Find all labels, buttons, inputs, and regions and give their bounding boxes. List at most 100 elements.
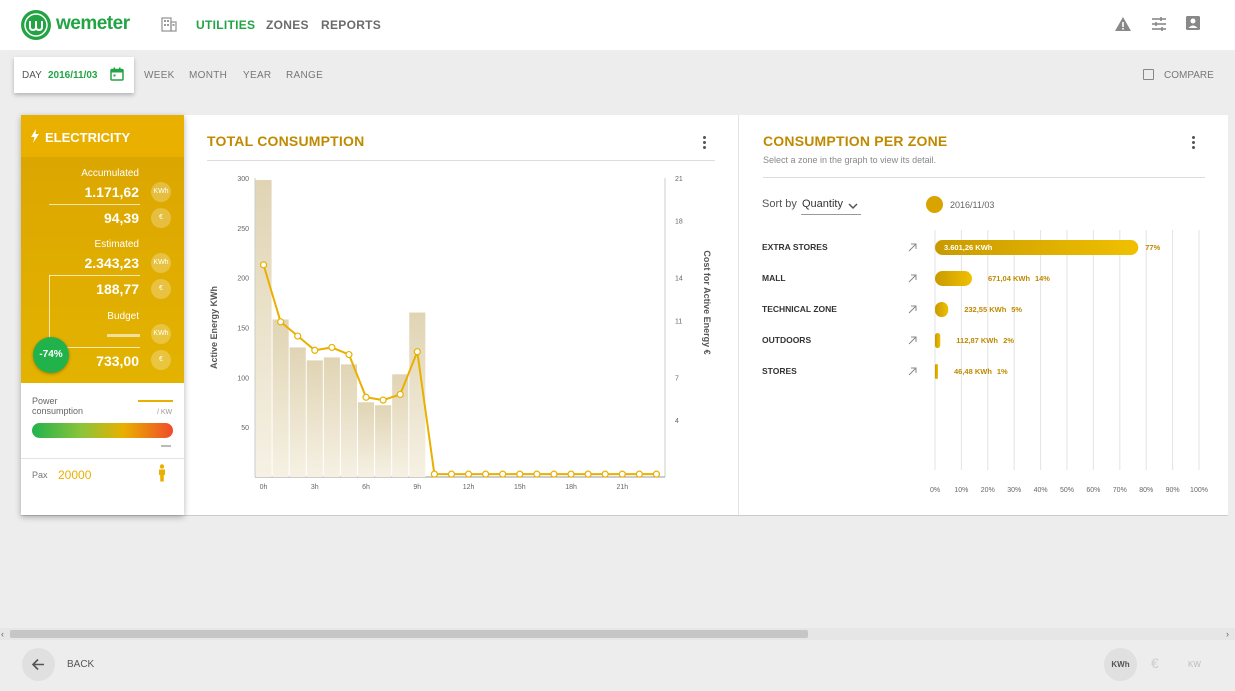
unit-kw-toggle[interactable]: KW (1188, 660, 1201, 669)
arrow-up-right-icon[interactable] (908, 305, 917, 314)
y-tick-label: 300 (237, 176, 249, 183)
bolt-icon (30, 129, 40, 148)
wemeter-logo-icon[interactable] (21, 10, 51, 40)
zone-value-label: 671,04 KWh (988, 274, 1031, 283)
period-month[interactable]: MONTH (189, 70, 227, 81)
arrow-up-right-icon[interactable] (908, 274, 917, 283)
y2-axis-label: Cost for Active Energy € (702, 250, 712, 354)
calendar-icon[interactable] (110, 67, 124, 86)
total-consumption-menu-icon[interactable] (703, 136, 707, 151)
unit-eur-toggle[interactable]: € (1151, 655, 1159, 671)
electricity-summary: Accumulated 1.171,62 KWh 94,39 € Estimat… (21, 157, 184, 383)
date-mode-label: DAY (22, 70, 42, 81)
savings-badge: -74% (33, 337, 69, 373)
warning-icon[interactable] (1114, 15, 1132, 38)
zone-bar[interactable] (935, 302, 949, 317)
divider (207, 160, 715, 161)
electricity-card: ELECTRICITY Accumulated 1.171,62 KWh 94,… (21, 115, 184, 515)
y-tick-label: 200 (237, 276, 249, 283)
energy-bar (272, 319, 289, 477)
electricity-header[interactable]: ELECTRICITY (21, 115, 184, 157)
y2-tick-label: 21 (675, 176, 683, 183)
compare-checkbox[interactable] (1143, 69, 1154, 80)
budget-eur-value: 733,00 (96, 353, 139, 369)
zone-bar[interactable] (935, 271, 972, 286)
cost-point (259, 261, 268, 269)
y-tick-label: 50 (241, 425, 249, 432)
consumption-per-zone-chart[interactable]: 0% 10% 20% 30% 40% 50% 60% 70% 80% 90% 100% EXTRA S… (755, 225, 1225, 500)
zone-bar[interactable] (935, 364, 938, 379)
energy-bar (255, 179, 272, 477)
y-tick-label: 150 (237, 326, 249, 333)
zone-percent-label: 1% (997, 367, 1008, 376)
zone-percent-label: 14% (1035, 274, 1050, 283)
power-label-line2: consumption (32, 406, 84, 416)
x-tick-label: 50% (1060, 487, 1074, 494)
x-tick-label: 0% (930, 487, 940, 494)
budget-label: Budget (107, 311, 139, 322)
compare-label[interactable]: COMPARE (1164, 70, 1214, 81)
estimated-eur-value: 188,77 (96, 281, 139, 297)
arrow-up-right-icon[interactable] (908, 367, 917, 376)
x-tick-label: 3h (311, 484, 319, 491)
x-tick-label: 6h (362, 484, 370, 491)
sort-select[interactable]: Quantity (802, 198, 843, 210)
eur-unit-badge: € (151, 279, 171, 299)
cost-point (533, 470, 541, 478)
arrow-up-right-icon[interactable] (908, 243, 917, 252)
energy-bar (340, 364, 357, 477)
cost-point (482, 470, 490, 478)
power-gradient-bar (32, 423, 173, 438)
back-button[interactable] (22, 648, 55, 681)
power-unit: / KW (157, 409, 173, 416)
zone-label: MALL (762, 273, 786, 283)
building-icon[interactable] (161, 16, 177, 37)
scroll-right-icon[interactable]: › (1226, 629, 1229, 639)
y2-tick-label: 11 (675, 318, 682, 325)
x-tick-label: 100% (1190, 487, 1208, 494)
zone-percent-label: 5% (1011, 305, 1022, 314)
eur-unit-badge: € (151, 208, 171, 228)
sliders-icon[interactable] (1150, 15, 1168, 38)
kwh-unit-badge: KWh (151, 182, 171, 202)
arrow-left-icon (31, 658, 44, 671)
scrollbar-thumb[interactable] (10, 630, 808, 638)
period-week[interactable]: WEEK (144, 70, 175, 81)
total-consumption-chart[interactable]: 50 100 150 200 250 300 4 7 11 14 18 21 0h 3h 6h 9h 12h 15… (195, 165, 725, 505)
zone-label: OUTDOORS (762, 335, 811, 345)
nav-reports[interactable]: REPORTS (321, 18, 381, 32)
back-label[interactable]: BACK (67, 659, 94, 670)
account-icon[interactable] (1185, 15, 1201, 36)
divider (738, 115, 739, 515)
energy-bar (323, 357, 340, 477)
period-year[interactable]: YEAR (243, 70, 271, 81)
zone-bar[interactable] (935, 333, 941, 348)
cost-point (311, 346, 319, 354)
arrow-up-right-icon[interactable] (908, 336, 917, 345)
date-picker[interactable]: DAY 2016/11/03 (14, 57, 134, 93)
power-marker (161, 445, 171, 447)
y-tick-label: 250 (237, 226, 249, 233)
sort-underline (801, 214, 861, 215)
cost-point (601, 470, 609, 478)
nav-zones[interactable]: ZONES (266, 18, 309, 32)
cost-point (362, 393, 370, 401)
unit-kwh-toggle[interactable]: KWh (1104, 648, 1137, 681)
nav-utilities[interactable]: UTILITIES (196, 18, 255, 32)
zone-value-label: 232,55 KWh (964, 305, 1007, 314)
y2-tick-label: 4 (675, 418, 679, 425)
horizontal-scrollbar[interactable] (0, 628, 1235, 640)
pax-label: Pax (32, 470, 48, 480)
energy-bar (289, 347, 306, 477)
scroll-left-icon[interactable]: ‹ (1, 629, 4, 639)
cost-point (516, 470, 524, 478)
power-consumption-label: Power consumption (32, 396, 83, 416)
zone-panel-menu-icon[interactable] (1192, 136, 1196, 151)
x-tick-label: 15h (514, 484, 526, 491)
period-range[interactable]: RANGE (286, 70, 323, 81)
top-bar: wemeter UTILITIES ZONES REPORTS (0, 0, 1235, 50)
x-tick-label: 60% (1086, 487, 1100, 494)
eur-unit-badge: € (151, 350, 171, 370)
zone-value-label: 3.601,26 KWh (944, 243, 993, 252)
kwh-unit-badge: KWh (151, 253, 171, 273)
